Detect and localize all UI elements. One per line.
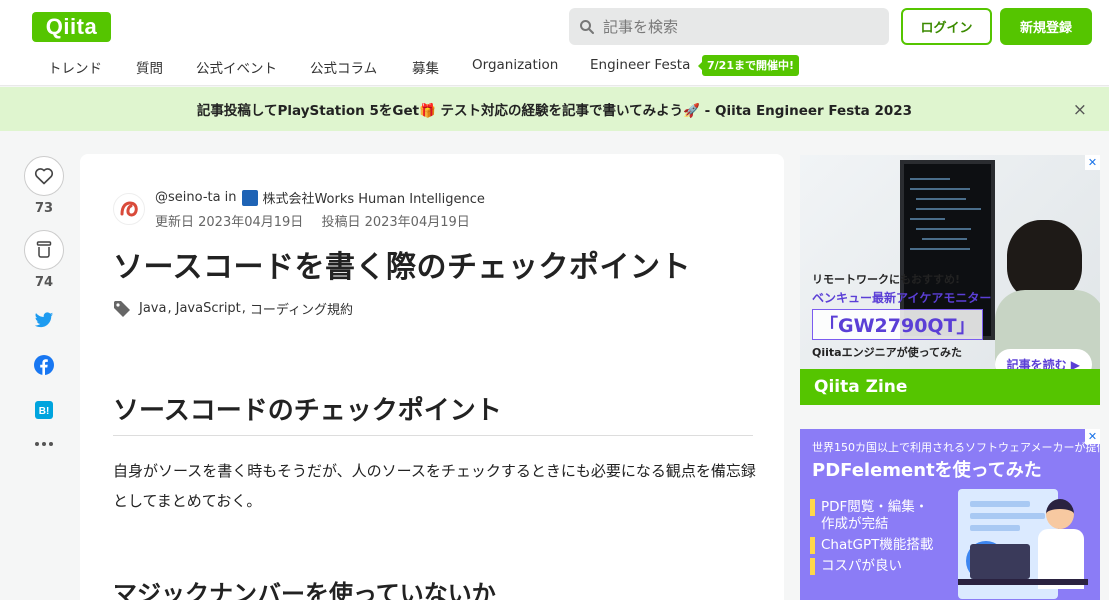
organization-icon[interactable] [242,189,259,206]
ad2-feature-text: コスパが良い [821,558,902,574]
ad2-feature-text: ChatGPT機能搭載 [821,537,934,553]
laptop-illustration [970,544,1030,579]
search-icon [580,19,594,34]
nav-questions[interactable]: 質問 [136,57,163,77]
ad-qiita-zine[interactable]: リモートワークにもおすすめ! ベンキュー最新アイケアモニター 「GW2790QT… [800,155,1100,405]
tag-list: Java , JavaScript , コーディング規約 [113,299,353,318]
nav-recruit[interactable]: 募集 [412,57,439,77]
ad2-title: PDFelementを使ってみた [812,460,1042,481]
twitter-share[interactable] [24,312,64,329]
ad-pdfelement[interactable]: 世界150カ国以上で利用されるソフトウェアメーカーが提供 PDFelementを… [800,429,1100,600]
festa-banner[interactable]: 記事投稿してPlayStation 5をGet🎁 テスト対応の経験を記事で書いて… [0,87,1109,131]
stock-icon [36,241,52,258]
like-count: 73 [34,201,54,216]
organization-name[interactable]: 株式会社Works Human Intelligence [262,188,484,207]
facebook-share[interactable] [24,355,64,375]
hatena-bookmark-icon: B! [35,401,53,419]
nav-official-events[interactable]: 公式イベント [196,57,277,77]
tag-separator: , [241,301,246,316]
tag-javascript[interactable]: JavaScript [176,301,241,316]
more-icon [35,442,53,446]
author-info: @seino-ta in 株式会社Works Human Intelligenc… [113,188,485,230]
svg-text:B!: B! [39,406,50,417]
qiita-zine-label: Qiita Zine [800,369,1100,405]
desk-illustration [958,579,1088,585]
tag-separator: , [167,301,172,316]
like-button[interactable] [24,156,64,196]
banner-text[interactable]: 記事投稿してPlayStation 5をGet🎁 テスト対応の経験を記事で書いて… [197,99,912,119]
author-name[interactable]: @seino-ta [155,190,221,205]
login-button[interactable]: ログイン [901,8,992,45]
search-input[interactable] [603,17,883,36]
tag-icon [114,300,130,317]
nav-engineer-festa[interactable]: Engineer Festa [590,57,690,73]
hatena-share[interactable]: B! [24,401,64,419]
ad1-line2: ベンキュー最新アイケアモニター [812,291,992,305]
festa-badge: 7/21まで開催中! [698,55,799,76]
ad-close-icon[interactable]: ✕ [1085,155,1100,170]
search-box[interactable] [569,8,889,45]
site-header: Qiita ログイン 新規登録 トレンド 質問 公式イベント 公式コラム 募集 … [0,0,1109,86]
article-card: @seino-ta in 株式会社Works Human Intelligenc… [80,154,784,600]
updated-date: 更新日 2023年04月19日 [155,215,304,230]
ad1-line1: リモートワークにもおすすめ! [812,273,961,286]
tag-java[interactable]: Java [139,301,166,316]
twitter-icon [34,312,54,328]
ad2-top-text: 世界150カ国以上で利用されるソフトウェアメーカーが提供 [812,441,1100,454]
ad2-feature: ChatGPT機能搭載 [810,537,933,554]
signup-button[interactable]: 新規登録 [1000,8,1092,45]
ad1-line3: Qiitaエンジニアが使ってみた [812,346,963,359]
qiita-logo[interactable]: Qiita [32,12,111,42]
person-image [995,220,1100,380]
section-heading: ソースコードのチェックポイント [113,390,753,436]
ad1-model: 「GW2790QT」 [812,309,983,340]
nav-trend[interactable]: トレンド [48,57,102,77]
heart-icon [34,168,54,185]
ad2-feature-text: PDF閲覧・編集・作成が完結 [821,499,929,532]
subsection-heading: マジックナンバーを使っていないか [113,580,496,600]
ad-close-icon[interactable]: ✕ [1085,429,1100,444]
nav-organization[interactable]: Organization [472,57,558,73]
in-word: in [224,190,237,205]
ad2-feature: PDF閲覧・編集・作成が完結 [810,499,930,533]
tag-coding-standards[interactable]: コーディング規約 [250,299,353,318]
avatar-icon [120,201,138,217]
article-title: ソースコードを書く際のチェックポイント [113,250,691,285]
article-actions: 73 74 B! [24,156,64,447]
close-icon[interactable]: × [1073,100,1087,120]
nav-official-column[interactable]: 公式コラム [310,57,377,77]
article-paragraph: 自身がソースを書く時もそうだが、人のソースをチェックするときにも必要になる観点を… [113,462,756,510]
avatar[interactable] [113,193,145,225]
posted-date: 投稿日 2023年04月19日 [321,215,470,230]
ad2-feature: コスパが良い [810,558,933,575]
facebook-icon [34,355,54,375]
stock-count: 74 [34,275,54,290]
stock-button[interactable] [24,230,64,270]
more-button[interactable] [24,441,64,447]
